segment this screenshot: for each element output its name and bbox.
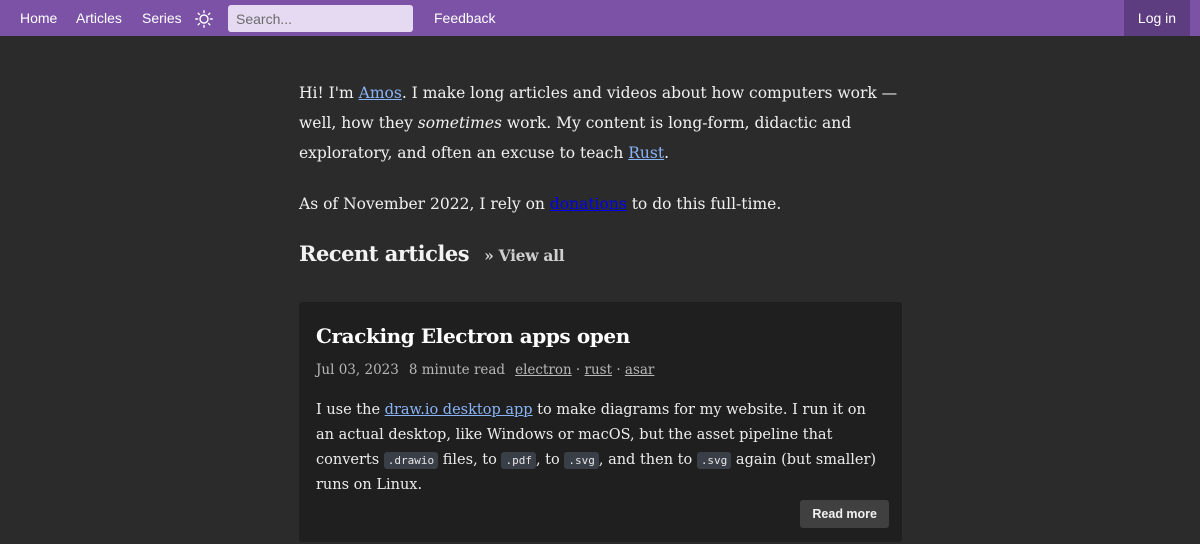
nav-series-link[interactable]: Series bbox=[142, 0, 182, 36]
read-more-button[interactable]: Read more bbox=[800, 500, 889, 528]
excerpt-text: files, to bbox=[438, 452, 502, 468]
top-nav: Home Articles Series Feedback Log in bbox=[0, 0, 1200, 36]
sun-icon[interactable] bbox=[195, 10, 213, 28]
tag-electron[interactable]: electron bbox=[515, 362, 572, 378]
intro-text: . bbox=[664, 144, 670, 162]
search-input[interactable] bbox=[228, 5, 413, 32]
article-meta: Jul 03, 2023 8 minute read electron · rust… bbox=[316, 362, 654, 378]
tag-separator: · bbox=[571, 362, 585, 378]
nav-feedback-link[interactable]: Feedback bbox=[434, 0, 495, 36]
donation-text: to do this full-time. bbox=[626, 195, 782, 213]
intro-paragraph: Hi! I'm Amos. I make long articles and v… bbox=[299, 78, 902, 168]
code-svg: .svg bbox=[696, 452, 732, 469]
tag-asar[interactable]: asar bbox=[625, 362, 654, 378]
excerpt-text: , and then to bbox=[598, 452, 697, 468]
donations-link[interactable]: donations bbox=[550, 195, 627, 213]
excerpt-text: , to bbox=[535, 452, 565, 468]
intro-text: Hi! I'm bbox=[299, 84, 359, 102]
rust-link[interactable]: Rust bbox=[628, 144, 664, 162]
recent-articles-header: Recent articles » View all bbox=[299, 241, 902, 273]
article-read-time: 8 minute read bbox=[408, 362, 506, 378]
drawio-link[interactable]: draw.io desktop app bbox=[385, 402, 533, 418]
donation-paragraph: As of November 2022, I rely on donations… bbox=[299, 189, 902, 219]
author-link[interactable]: Amos bbox=[359, 84, 402, 102]
nav-home-link[interactable]: Home bbox=[20, 0, 57, 36]
article-excerpt: I use the draw.io desktop app to make di… bbox=[316, 398, 886, 498]
code-drawio: .drawio bbox=[383, 452, 439, 469]
main-content: Hi! I'm Amos. I make long articles and v… bbox=[299, 78, 902, 542]
excerpt-text: I use the bbox=[316, 402, 385, 418]
article-title[interactable]: Cracking Electron apps open bbox=[316, 324, 630, 348]
intro-emphasis: sometimes bbox=[417, 114, 502, 132]
tag-separator: · bbox=[612, 362, 625, 378]
donation-text: As of November 2022, I rely on bbox=[299, 195, 550, 213]
tag-rust[interactable]: rust bbox=[585, 362, 613, 378]
article-date: Jul 03, 2023 bbox=[316, 362, 399, 378]
nav-articles-link[interactable]: Articles bbox=[76, 0, 122, 36]
code-svg: .svg bbox=[564, 452, 599, 469]
article-card: Cracking Electron apps open Jul 03, 2023… bbox=[299, 302, 902, 542]
view-all-link[interactable]: » View all bbox=[484, 246, 564, 265]
login-button[interactable]: Log in bbox=[1124, 0, 1190, 36]
code-pdf: .pdf bbox=[501, 452, 536, 469]
recent-articles-title: Recent articles bbox=[299, 241, 470, 266]
